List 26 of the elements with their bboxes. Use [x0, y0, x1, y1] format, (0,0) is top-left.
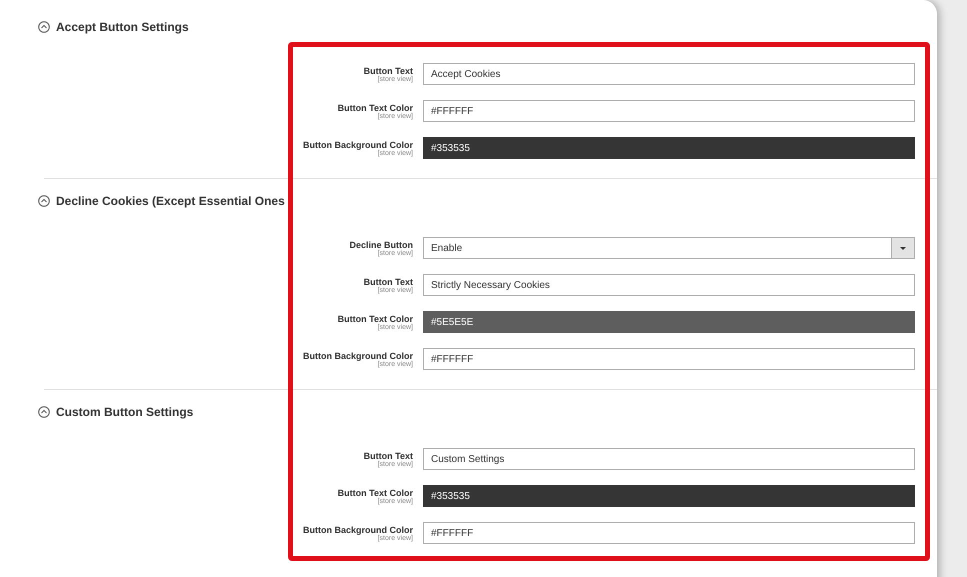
dropdown-field[interactable]: Enable	[423, 237, 915, 259]
color-field[interactable]: #FFFFFF	[423, 522, 915, 544]
field-label: Button Text	[364, 66, 413, 76]
field-label: Button Text Color	[338, 488, 413, 498]
collapse-icon	[38, 21, 50, 33]
field-label: Button Text Color	[338, 314, 413, 324]
field-label: Button Background Color	[303, 140, 413, 150]
color-field[interactable]: #353535	[423, 137, 915, 159]
text-field[interactable]: Accept Cookies	[423, 63, 915, 85]
section-header[interactable]: Decline Cookies (Except Essential Ones	[38, 192, 937, 210]
color-field[interactable]: #FFFFFF	[423, 348, 915, 370]
field-label: Button Background Color	[303, 350, 413, 360]
field-label: Button Text	[364, 450, 413, 460]
color-field[interactable]: #353535	[423, 485, 915, 507]
field-label: Button Text Color	[338, 102, 413, 112]
section-header[interactable]: Accept Button Settings	[38, 18, 937, 36]
color-field[interactable]: #FFFFFF	[423, 100, 915, 122]
field-label: Button Background Color	[303, 524, 413, 534]
section-header[interactable]: Custom Button Settings	[38, 403, 937, 421]
text-field[interactable]: Strictly Necessary Cookies	[423, 274, 915, 296]
field-label: Decline Button	[349, 240, 413, 250]
field-label: Button Text	[364, 276, 413, 286]
collapse-icon	[38, 195, 50, 207]
text-field[interactable]: Custom Settings	[423, 448, 915, 470]
collapse-icon	[38, 406, 50, 418]
color-field[interactable]: #5E5E5E	[423, 311, 915, 333]
